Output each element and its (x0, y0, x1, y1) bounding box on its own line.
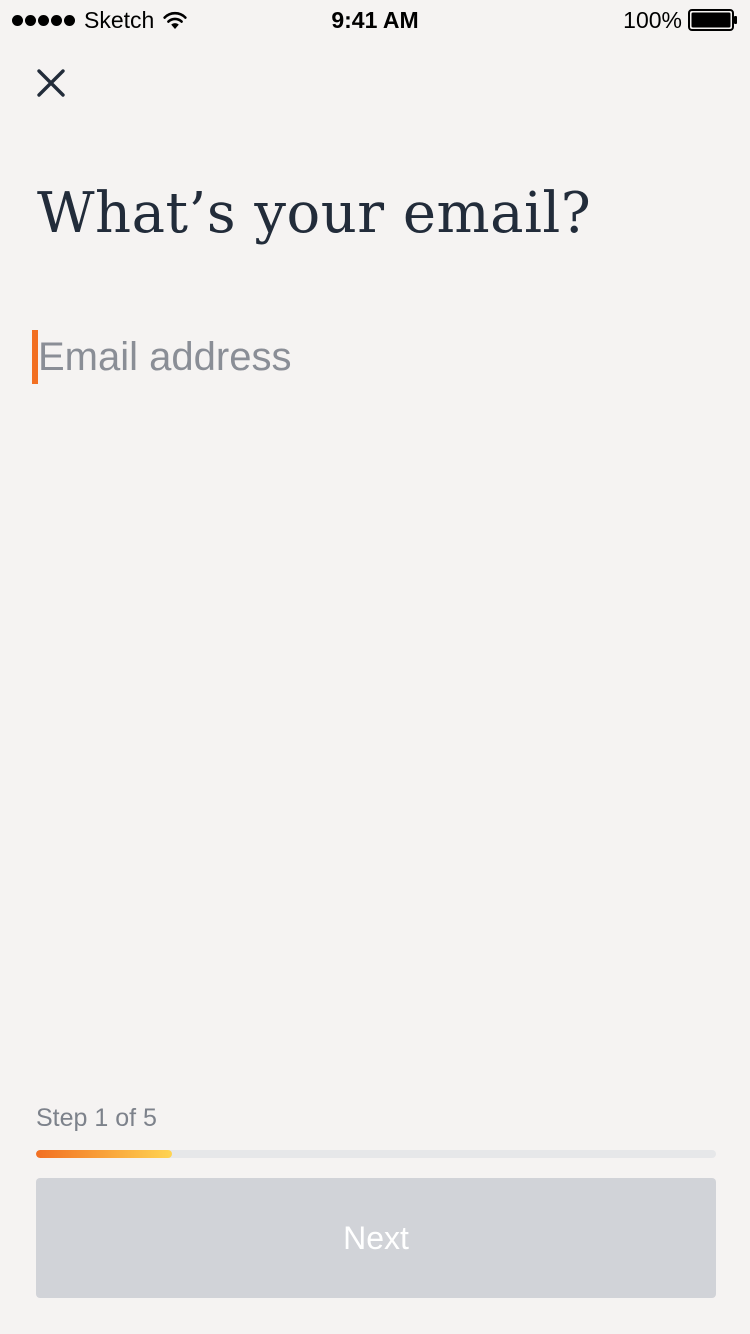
close-button[interactable] (28, 60, 74, 106)
progress-track (36, 1150, 716, 1158)
page-title: What’s your email? (37, 181, 592, 246)
status-bar: Sketch 9:41 AM 100% (0, 0, 750, 40)
email-input[interactable] (38, 330, 708, 384)
email-field (32, 330, 712, 384)
battery-percent: 100% (623, 6, 682, 33)
step-label: Step 1 of 5 (36, 1104, 157, 1132)
progress-fill (36, 1150, 172, 1158)
battery-icon (688, 9, 737, 31)
close-icon (37, 69, 65, 97)
status-right: 100% (623, 6, 738, 34)
next-button[interactable]: Next (36, 1178, 716, 1298)
